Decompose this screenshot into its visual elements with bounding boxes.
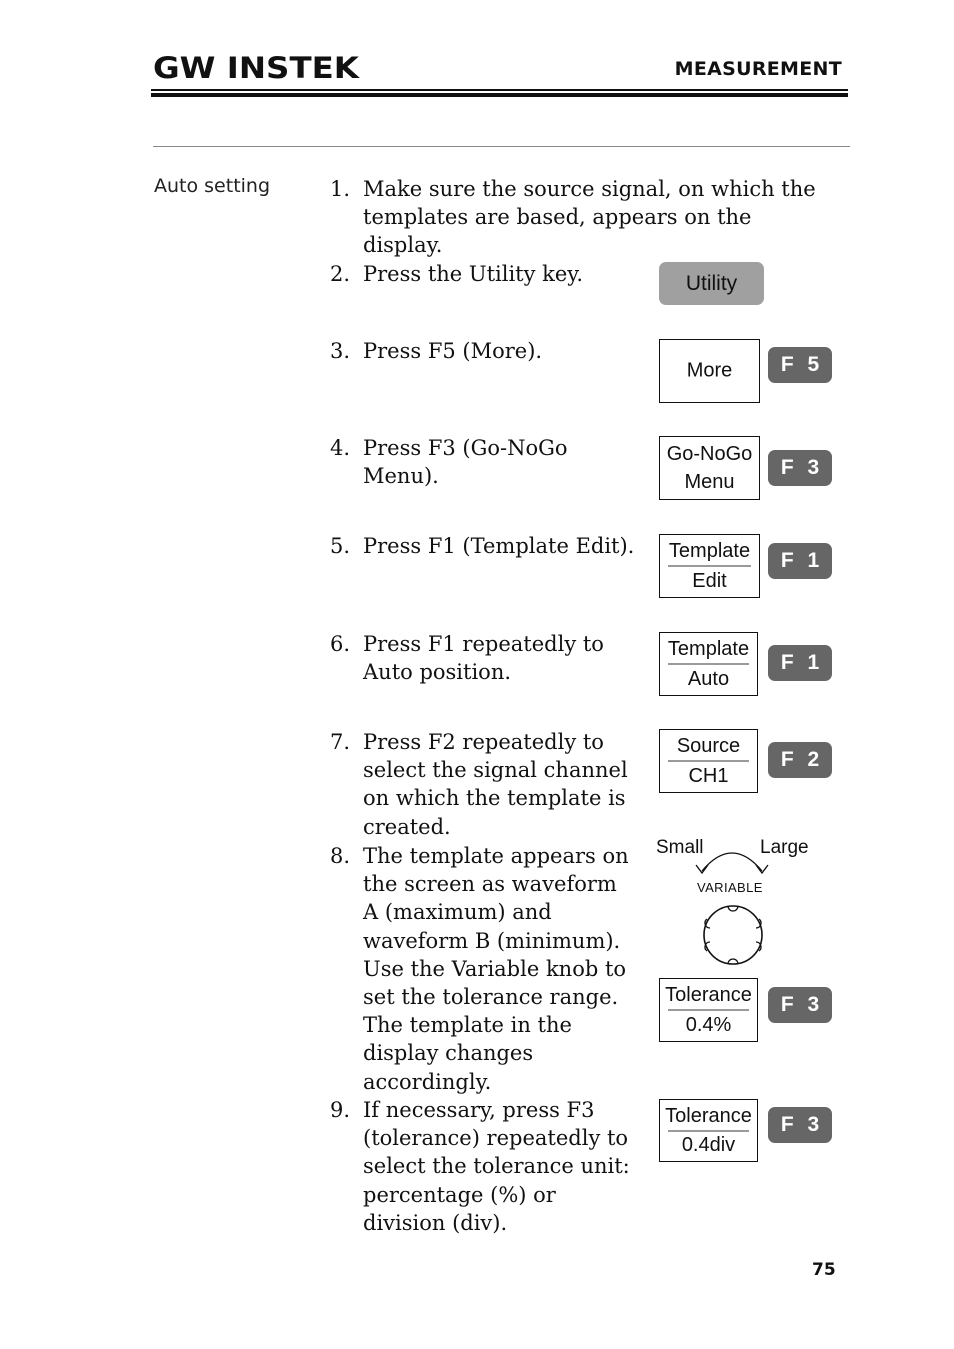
step-text: The template appears on the screen as wa…: [363, 844, 629, 1094]
f2-key[interactable]: F 2: [768, 742, 832, 778]
step-8: 8. The template appears on the screen as…: [330, 842, 630, 1096]
softkey-divider: [668, 1009, 749, 1011]
step-text: Press F1 (Template Edit).: [363, 534, 635, 558]
softkey-label-bottom: Menu: [684, 471, 735, 493]
step-9: 9. If necessary, press F3 (tolerance) re…: [330, 1096, 630, 1237]
softkey-label-bottom: CH1: [688, 765, 729, 787]
f5-key[interactable]: F 5: [768, 347, 832, 383]
step-text: Press F5 (More).: [363, 339, 543, 363]
softkey-tolerance-div[interactable]: Tolerance 0.4div: [659, 1099, 758, 1162]
step-number: 5.: [330, 534, 351, 558]
f3-key[interactable]: F 3: [768, 1107, 832, 1143]
step-number: 3.: [330, 339, 351, 363]
softkey-label-bottom: Edit: [692, 570, 727, 592]
softkey-divider: [668, 760, 749, 762]
step-3: 3. Press F5 (More).: [330, 337, 650, 365]
softkey-label-bottom: 0.4div: [681, 1134, 736, 1156]
step-number: 2.: [330, 262, 351, 286]
f3-key[interactable]: F 3: [768, 987, 832, 1023]
softkey-label: More: [686, 359, 733, 382]
step-number: 1.: [330, 177, 351, 201]
step-number: 8.: [330, 844, 351, 868]
softkey-label-top: Tolerance: [665, 1105, 752, 1127]
softkey-divider: [668, 663, 749, 665]
f3-key[interactable]: F 3: [768, 450, 832, 486]
softkey-label-bottom: 0.4%: [685, 1014, 732, 1036]
step-text: Press F2 repeatedly to select the signal…: [363, 730, 628, 839]
section-title: MEASUREMENT: [674, 58, 842, 80]
softkey-source[interactable]: Source CH1: [659, 729, 758, 793]
softkey-label-top: Tolerance: [665, 984, 752, 1006]
softkey-more[interactable]: More: [659, 339, 760, 403]
section-divider: [153, 146, 850, 147]
variable-knob-diagram: Small Large VARIABLE: [652, 835, 822, 970]
variable-knob-icon[interactable]: [652, 835, 822, 970]
step-7: 7. Press F2 repeatedly to select the sig…: [330, 728, 650, 841]
step-text: Press the Utility key.: [363, 262, 584, 286]
step-text: Press F3 (Go-NoGo Menu).: [363, 436, 568, 489]
utility-key[interactable]: Utility: [659, 262, 764, 305]
softkey-label-top: Go-NoGo: [666, 443, 753, 465]
step-text: Press F1 repeatedly to Auto position.: [363, 632, 604, 685]
softkey-template-edit[interactable]: Template Edit: [659, 534, 760, 598]
softkey-tolerance-percent[interactable]: Tolerance 0.4%: [659, 978, 758, 1042]
header-rule-thin: [151, 89, 848, 91]
softkey-divider: [668, 565, 751, 567]
softkey-divider: [668, 1130, 749, 1132]
softkey-gonogo-menu[interactable]: Go-NoGo Menu: [659, 436, 760, 500]
step-number: 6.: [330, 632, 351, 656]
step-number: 4.: [330, 436, 351, 460]
header-rule-thick: [151, 93, 848, 97]
step-4: 4. Press F3 (Go-NoGo Menu).: [330, 434, 650, 490]
softkey-template-auto[interactable]: Template Auto: [659, 632, 758, 696]
f1-key[interactable]: F 1: [768, 645, 832, 681]
step-2: 2. Press the Utility key.: [330, 260, 650, 288]
step-text: Make sure the source signal, on which th…: [363, 177, 816, 258]
step-1: 1. Make sure the source signal, on which…: [330, 175, 820, 260]
brand-logo: GW INSTEK: [153, 51, 359, 85]
page-number: 75: [812, 1260, 836, 1280]
softkey-label-bottom: Auto: [687, 668, 730, 690]
step-number: 7.: [330, 730, 351, 754]
softkey-label-top: Template: [668, 540, 751, 562]
step-number: 9.: [330, 1098, 351, 1122]
f1-key[interactable]: F 1: [768, 543, 832, 579]
step-6: 6. Press F1 repeatedly to Auto position.: [330, 630, 650, 686]
step-5: 5. Press F1 (Template Edit).: [330, 532, 650, 560]
step-text: If necessary, press F3 (tolerance) repea…: [363, 1098, 630, 1235]
softkey-label-top: Source: [676, 735, 741, 757]
softkey-label-top: Template: [667, 638, 750, 660]
section-label: Auto setting: [154, 175, 271, 197]
